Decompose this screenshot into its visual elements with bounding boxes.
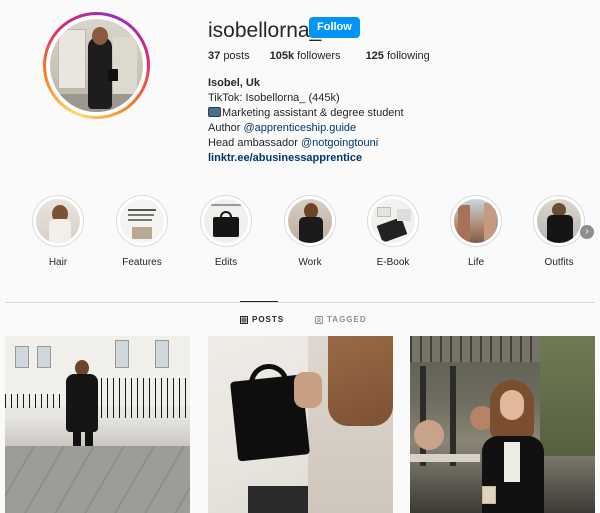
mention-apprenticeship-guide[interactable]: @apprenticeship.guide (243, 122, 356, 134)
highlight-label: Outfits (544, 257, 574, 268)
bio-occupation-text: Marketing assistant & degree student (222, 107, 404, 119)
highlight-ring (284, 195, 336, 247)
bio-occupation-line: Marketing assistant & degree student (208, 106, 588, 121)
profile-stats: 37 posts 105k followers 125 following (208, 50, 430, 62)
highlight-edits[interactable]: Edits (191, 195, 261, 268)
highlight-ring (116, 195, 168, 247)
profile-username: isobellorna_ (208, 19, 322, 42)
bio-author-prefix: Author (208, 122, 244, 134)
followers-count: 105k (269, 50, 295, 62)
highlight-cover (204, 199, 248, 243)
bio-author-line: Author @apprenticeship.guide (208, 121, 588, 136)
highlight-ring (367, 195, 419, 247)
tab-tagged-label: TAGGED (327, 315, 367, 324)
posts-label: posts (223, 50, 250, 62)
highlight-label: Life (467, 257, 485, 268)
highlight-cover (36, 199, 80, 243)
bio-tiktok-line: TikTok: Isobellorna_ (445k) (208, 92, 340, 104)
mention-notgoingtouni[interactable]: @notgoingtouni (301, 137, 378, 149)
highlight-cover (288, 199, 332, 243)
highlight-e-book[interactable]: E-Book (358, 195, 428, 268)
bio-ambassador-prefix: Head ambassador (208, 137, 301, 149)
bio-name: Isobel, Uk (208, 77, 260, 89)
highlight-cover (454, 199, 498, 243)
tabs-divider (5, 302, 595, 303)
following-count: 125 (365, 50, 384, 62)
grid-icon (240, 315, 248, 324)
tab-posts-label: POSTS (252, 315, 285, 324)
avatar-figure-head (92, 27, 108, 45)
profile-avatar[interactable] (43, 12, 150, 119)
highlight-label: Features (122, 257, 162, 268)
highlight-ring (32, 195, 84, 247)
highlight-cover (120, 199, 164, 243)
tab-tagged[interactable]: TAGGED (315, 315, 367, 324)
tab-active-indicator (240, 301, 278, 302)
highlight-work[interactable]: Work (275, 195, 345, 268)
highlight-cover (371, 199, 415, 243)
avatar-figure-bag (108, 69, 118, 81)
stat-posts: 37 posts (208, 50, 250, 62)
chevron-right-icon[interactable]: › (580, 225, 594, 239)
follow-button[interactable]: Follow (309, 17, 360, 38)
highlight-hair[interactable]: Hair (23, 195, 93, 268)
post-thumbnail[interactable] (5, 336, 190, 513)
highlight-features[interactable]: Features (107, 195, 177, 268)
post-thumbnail[interactable] (410, 336, 595, 513)
highlight-ring (533, 195, 585, 247)
stat-following[interactable]: 125 following (366, 50, 430, 62)
laptop-icon (208, 107, 221, 117)
highlight-label: Hair (48, 257, 68, 268)
tab-posts[interactable]: POSTS (240, 315, 284, 324)
profile-bio: Isobel, Uk TikTok: Isobellorna_ (445k) M… (208, 76, 588, 166)
bio-external-link[interactable]: linktr.ee/abusinessapprentice (208, 152, 362, 164)
avatar-photo (50, 19, 143, 112)
highlight-label: E-Book (376, 257, 410, 268)
avatar-bg-building-right (113, 37, 137, 97)
stat-followers[interactable]: 105k followers (270, 50, 341, 62)
highlight-label: Work (298, 257, 322, 268)
story-highlights: Hair Features Edits Work E-Book Life Out… (0, 195, 600, 275)
post-thumbnail[interactable] (208, 336, 393, 513)
bio-ambassador-line: Head ambassador @notgoingtouni (208, 136, 588, 151)
posts-count: 37 (208, 50, 221, 62)
avatar-bg-building (58, 29, 86, 89)
tagged-icon (315, 315, 323, 324)
highlight-ring (200, 195, 252, 247)
followers-label: followers (297, 50, 341, 62)
highlight-cover (537, 199, 581, 243)
highlight-ring (450, 195, 502, 247)
highlight-life[interactable]: Life (441, 195, 511, 268)
avatar-border (46, 15, 147, 116)
following-label: following (386, 50, 430, 62)
highlight-label: Edits (214, 257, 238, 268)
